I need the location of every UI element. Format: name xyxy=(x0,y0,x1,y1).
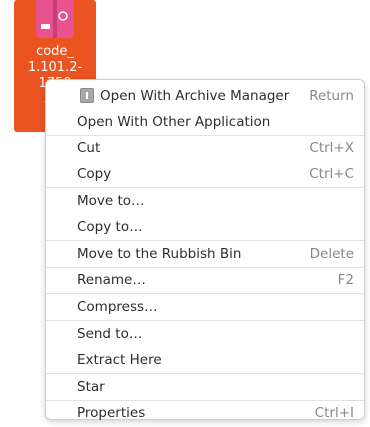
menu-item-rename[interactable]: Rename… F2 xyxy=(46,268,364,294)
menu-item-properties[interactable]: Properties Ctrl+I xyxy=(46,401,364,427)
menu-item-label: Properties xyxy=(77,405,146,422)
menu-item-copy-to[interactable]: Copy to… xyxy=(46,214,364,240)
menu-item-label: Send to… xyxy=(77,326,143,343)
menu-item-label: Cut xyxy=(77,140,101,157)
menu-item-shortcut: Ctrl+I xyxy=(314,405,354,422)
menu-item-label: Open With Archive Manager xyxy=(100,87,290,104)
menu-item-label: Copy to… xyxy=(77,218,143,235)
menu-item-label: Rename… xyxy=(77,272,146,289)
menu-item-compress[interactable]: Compress… xyxy=(46,294,364,320)
menu-item-open-with-other-application[interactable]: Open With Other Application xyxy=(46,109,364,135)
menu-item-label: Move to… xyxy=(77,193,145,210)
menu-item-label: Extract Here xyxy=(77,351,162,368)
menu-item-label: Compress… xyxy=(77,299,158,316)
menu-item-label: Star xyxy=(77,378,105,395)
package-icon xyxy=(36,0,74,38)
menu-item-star[interactable]: Star xyxy=(46,374,364,400)
menu-item-move-to[interactable]: Move to… xyxy=(46,188,364,214)
menu-item-shortcut: Ctrl+X xyxy=(309,140,354,157)
menu-item-extract-here[interactable]: Extract Here xyxy=(46,347,364,373)
menu-item-copy[interactable]: Copy Ctrl+C xyxy=(46,161,364,187)
menu-item-send-to[interactable]: Send to… xyxy=(46,321,364,347)
menu-item-open-with-archive-manager[interactable]: Open With Archive Manager Return xyxy=(46,83,364,109)
menu-item-label: Move to the Rubbish Bin xyxy=(77,245,242,262)
archive-manager-icon xyxy=(80,88,94,103)
menu-item-shortcut: Delete xyxy=(309,245,354,262)
menu-item-shortcut: Return xyxy=(309,87,354,104)
menu-item-label: Copy xyxy=(77,166,112,183)
menu-item-cut[interactable]: Cut Ctrl+X xyxy=(46,136,364,162)
menu-item-shortcut: Ctrl+C xyxy=(309,166,354,183)
menu-item-shortcut: F2 xyxy=(337,272,354,289)
menu-item-label: Open With Other Application xyxy=(77,113,271,130)
context-menu: Open With Archive Manager Return Open Wi… xyxy=(45,79,365,421)
menu-item-move-to-rubbish-bin[interactable]: Move to the Rubbish Bin Delete xyxy=(46,241,364,267)
